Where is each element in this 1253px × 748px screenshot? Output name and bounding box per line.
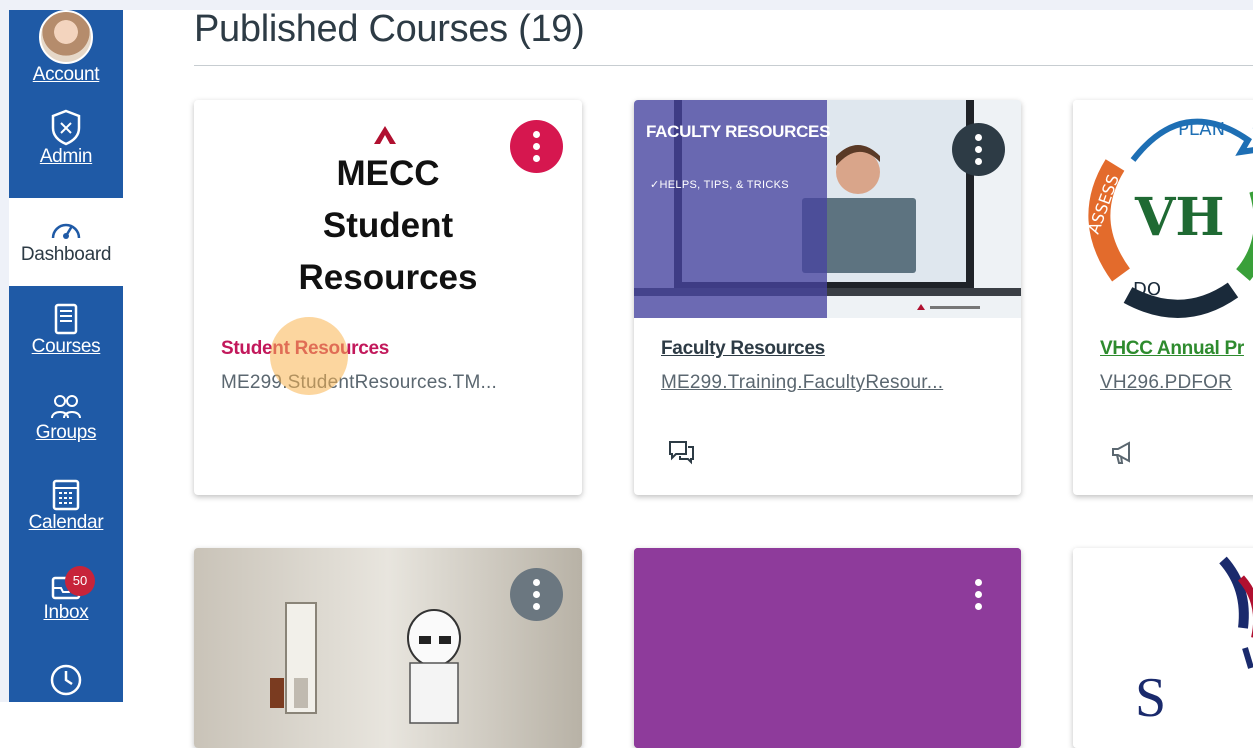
click-indicator	[270, 317, 348, 395]
discussions-icon[interactable]	[666, 438, 696, 466]
global-nav: Account Admin Dashboard Courses Groups C…	[9, 10, 123, 702]
course-title[interactable]: Faculty Resources	[661, 338, 825, 360]
nav-groups-label: Groups	[35, 422, 97, 443]
course-card-6[interactable]: S	[1073, 548, 1253, 748]
dashboard-icon	[51, 223, 81, 239]
hero-logo-text: S	[1135, 667, 1166, 729]
cycle-label-do: DO	[1133, 279, 1161, 300]
shield-icon	[51, 109, 81, 146]
cycle-label-plan: PLAN	[1178, 119, 1225, 140]
top-strip	[0, 0, 1253, 10]
calendar-icon	[52, 479, 80, 511]
course-card-hero[interactable]: S	[1073, 548, 1253, 748]
nav-courses-label: Courses	[31, 336, 101, 357]
course-title[interactable]: VHCC Annual Pr	[1100, 338, 1244, 360]
course-card-faculty-resources[interactable]: FACULTY RESOURCES ✓HELPS, TIPS, & TRICKS…	[634, 100, 1021, 495]
hero-title: FACULTY RESOURCES	[646, 122, 831, 141]
hero-logo-image: S	[1135, 556, 1253, 729]
people-icon	[51, 395, 81, 419]
announcements-icon[interactable]	[1109, 440, 1137, 466]
nav-dashboard-label: Dashboard	[20, 244, 112, 265]
book-icon	[54, 303, 78, 335]
course-card-5[interactable]	[634, 548, 1021, 748]
nav-inbox[interactable]: 50 Inbox	[9, 566, 123, 646]
hero-text-line-2: Student	[322, 206, 454, 245]
nav-calendar[interactable]: Calendar	[9, 476, 123, 558]
nav-history[interactable]	[9, 662, 123, 702]
page-title: Published Courses (19)	[194, 8, 585, 50]
inbox-unread-badge: 50	[65, 566, 95, 596]
avatar	[39, 10, 93, 64]
nav-courses[interactable]: Courses	[9, 302, 123, 382]
course-card-student-resources[interactable]: MECC Student Resources Student Resources…	[194, 100, 582, 495]
nav-account[interactable]: Account	[9, 10, 123, 98]
hero-text-line-3: Resources	[298, 258, 478, 297]
card-options-button[interactable]	[952, 568, 1005, 621]
course-card-4[interactable]	[194, 548, 582, 748]
card-options-button[interactable]	[510, 120, 563, 173]
course-code: ME299.Training.FacultyResour...	[661, 372, 944, 393]
course-card-vhcc[interactable]: PLAN ASSESS DO VH VHCC Annual Pr VH296.P…	[1073, 100, 1253, 495]
nav-groups[interactable]: Groups	[9, 392, 123, 472]
hero-subtitle: ✓HELPS, TIPS, & TRICKS	[650, 179, 789, 191]
nav-inbox-label: Inbox	[43, 602, 89, 623]
nav-dashboard[interactable]: Dashboard	[9, 198, 123, 286]
nav-admin-label: Admin	[39, 146, 93, 167]
kebab-icon	[975, 579, 982, 610]
card-options-button[interactable]	[510, 568, 563, 621]
nav-account-label: Account	[32, 64, 100, 85]
kebab-icon	[975, 134, 982, 165]
kebab-icon	[533, 579, 540, 610]
clock-icon	[50, 664, 82, 696]
kebab-icon	[533, 131, 540, 162]
course-code: VH296.PDFOR	[1100, 372, 1233, 393]
nav-admin[interactable]: Admin	[9, 108, 123, 198]
nav-calendar-label: Calendar	[28, 512, 104, 533]
course-code: ME299.StudentResources.TM...	[221, 372, 497, 393]
mecc-logo-icon	[374, 126, 396, 144]
course-card-hero[interactable]: PLAN ASSESS DO VH	[1073, 100, 1253, 318]
title-divider	[194, 65, 1253, 66]
left-gutter	[0, 0, 9, 702]
card-options-button[interactable]	[952, 123, 1005, 176]
vh-logo-text: VH	[1134, 187, 1224, 248]
plan-do-assess-cycle-image: PLAN ASSESS DO VH	[1084, 118, 1253, 318]
